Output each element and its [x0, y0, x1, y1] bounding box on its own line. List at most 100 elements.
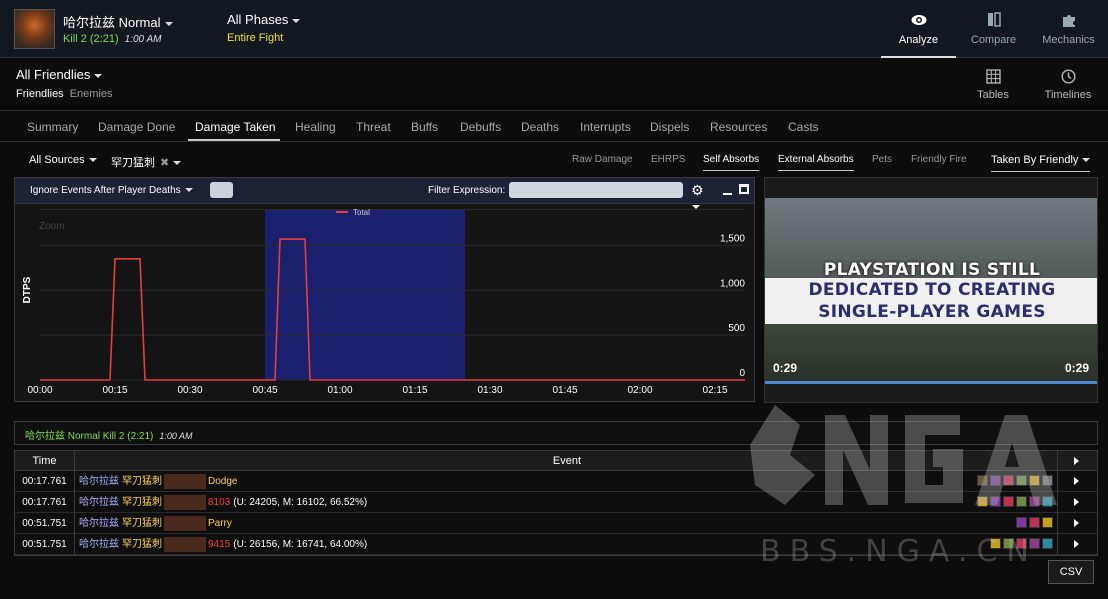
tab-damage-taken[interactable]: Damage Taken	[195, 120, 276, 134]
video-caption-line: DEDICATED TO CREATING	[808, 280, 1056, 300]
taken-by-selector[interactable]: Taken By Friendly	[991, 154, 1091, 172]
friendlies-link[interactable]: Friendlies	[16, 88, 64, 100]
tab-casts[interactable]: Casts	[788, 120, 819, 134]
event-ability[interactable]: 罕刀猛刺	[122, 539, 162, 550]
event-ability[interactable]: 罕刀猛刺	[122, 497, 162, 508]
event-time: 00:51.751	[15, 534, 75, 555]
kill-time: 1:00 AM	[124, 34, 162, 45]
chevron-down-icon	[173, 161, 182, 166]
friendlies-selector[interactable]: All Friendlies	[16, 67, 103, 82]
friendly-fire-toggle[interactable]: Friendly Fire	[911, 154, 967, 165]
filter-expression-input[interactable]	[509, 182, 683, 198]
event-cell: 哈尔拉兹 罕刀猛刺 Parry	[79, 513, 232, 534]
graph-toolbar: Ignore Events After Player Deaths Filter…	[15, 178, 754, 210]
ehrps-toggle[interactable]: EHRPS	[651, 154, 685, 165]
friendlies-bar: All Friendlies Friendlies Enemies Tables …	[0, 59, 1108, 111]
boss-avatar[interactable]	[14, 9, 55, 49]
grid-icon	[985, 69, 1001, 84]
chevron-down-icon	[184, 188, 193, 193]
event-cell: 哈尔拉兹 罕刀猛刺 8103 (U: 24205, M: 16102, 66.52%)	[79, 492, 367, 513]
tab-threat[interactable]: Threat	[356, 120, 391, 134]
redacted-target	[164, 536, 206, 552]
event-source[interactable]: 哈尔拉兹	[79, 476, 119, 487]
y-tick-label: 1,500	[720, 233, 745, 244]
tab-debuffs[interactable]: Debuffs	[460, 120, 501, 134]
x-tick-label: 02:15	[702, 385, 727, 396]
redacted-target	[164, 515, 206, 531]
event-time: 00:51.751	[15, 513, 75, 534]
ignore-events-dropdown[interactable]: Ignore Events After Player Deaths	[30, 185, 193, 196]
ignore-events-toggle[interactable]	[210, 182, 233, 198]
nav-compare[interactable]: Compare	[956, 0, 1031, 58]
x-tick-label: 00:15	[102, 385, 127, 396]
tab-deaths[interactable]: Deaths	[521, 120, 559, 134]
close-icon[interactable]: ✖	[160, 157, 169, 169]
tab-healing[interactable]: Healing	[295, 120, 336, 134]
nav-mechanics[interactable]: Mechanics	[1031, 0, 1106, 58]
maximize-icon[interactable]	[739, 184, 749, 194]
event-type: Dodge	[208, 476, 238, 487]
event-damage: 9415	[208, 539, 231, 550]
video-player[interactable]: PLAYSTATION IS STILL DEDICATED TO CREATI…	[764, 177, 1098, 403]
sources-selector[interactable]: All Sources	[29, 154, 97, 166]
active-tab-indicator	[188, 139, 280, 141]
friendly-enemy-switch: Friendlies Enemies	[16, 88, 112, 100]
event-source[interactable]: 哈尔拉兹	[79, 497, 119, 508]
x-tick-label: 01:45	[552, 385, 577, 396]
buff-icon[interactable]	[1029, 517, 1040, 528]
event-damage: 8103	[208, 497, 231, 508]
boss-selector[interactable]: 哈尔拉兹 Normal	[63, 12, 173, 31]
taken-by-label: Taken By Friendly	[991, 154, 1079, 166]
minimize-icon[interactable]	[723, 193, 732, 195]
self-absorbs-toggle[interactable]: Self Absorbs	[703, 154, 760, 171]
buff-icon[interactable]	[1042, 517, 1053, 528]
buff-icon[interactable]	[1042, 538, 1053, 549]
dtps-graph-panel: Ignore Events After Player Deaths Filter…	[14, 177, 755, 402]
buff-icon[interactable]	[1016, 517, 1027, 528]
tab-buffs[interactable]: Buffs	[411, 120, 438, 134]
top-header: 哈尔拉兹 Normal Kill 2 (2:21) 1:00 AM All Pha…	[0, 0, 1108, 58]
event-detail: (U: 24205, M: 16102, 66.52%)	[233, 497, 368, 508]
column-header-time[interactable]: Time	[15, 451, 75, 471]
expand-row-button[interactable]	[1057, 534, 1097, 555]
tab-interrupts[interactable]: Interrupts	[580, 120, 631, 134]
x-tick-label: 02:00	[627, 385, 652, 396]
tab-damage-done[interactable]: Damage Done	[98, 120, 175, 134]
tab-resources[interactable]: Resources	[710, 120, 767, 134]
gear-icon[interactable]: ⚙	[691, 182, 709, 210]
y-tick-label: 0	[739, 368, 745, 379]
event-ability[interactable]: 罕刀猛刺	[122, 476, 162, 487]
event-type: Parry	[208, 518, 232, 529]
event-cell: 哈尔拉兹 罕刀猛刺 9415 (U: 26156, M: 16741, 64.00%)	[79, 534, 367, 555]
video-remaining-time: 0:29	[1064, 361, 1089, 375]
event-source[interactable]: 哈尔拉兹	[79, 518, 119, 529]
phase-selector[interactable]: All Phases	[227, 12, 301, 27]
chevron-down-icon	[94, 73, 103, 78]
event-source[interactable]: 哈尔拉兹	[79, 539, 119, 550]
view-label: Tables	[977, 89, 1009, 101]
filter-bar: All Sources 罕刀猛刺 ✖ Raw Damage EHRPS Self …	[0, 144, 1108, 174]
raw-damage-toggle[interactable]: Raw Damage	[572, 154, 633, 165]
table-row[interactable]: 00:51.751 哈尔拉兹 罕刀猛刺 Parry	[15, 513, 1097, 534]
x-tick-label: 01:00	[327, 385, 352, 396]
enemies-link[interactable]: Enemies	[70, 88, 113, 100]
tab-summary[interactable]: Summary	[27, 120, 78, 134]
csv-export-button[interactable]: CSV	[1048, 560, 1094, 584]
view-tables[interactable]: Tables	[963, 59, 1023, 111]
tab-dispels[interactable]: Dispels	[650, 120, 689, 134]
event-detail: (U: 26156, M: 16741, 64.00%)	[233, 539, 368, 550]
video-progress-bar[interactable]	[765, 381, 1097, 384]
nav-analyze[interactable]: Analyze	[881, 0, 956, 58]
expand-row-button[interactable]	[1057, 513, 1097, 534]
ability-filter[interactable]: 罕刀猛刺 ✖	[111, 154, 182, 170]
dtps-chart[interactable]: 0 500 1,000 1,500 00:00 00:15 00:30 00:45 01:00 0…	[15, 205, 754, 401]
external-absorbs-toggle[interactable]: External Absorbs	[778, 154, 854, 171]
x-tick-label: 00:00	[27, 385, 52, 396]
view-timelines[interactable]: Timelines	[1038, 59, 1098, 111]
x-tick-label: 01:15	[402, 385, 427, 396]
event-ability[interactable]: 罕刀猛刺	[122, 518, 162, 529]
filter-expression-label: Filter Expression:	[428, 185, 506, 196]
kill-info: Kill 2 (2:21) 1:00 AM	[63, 33, 162, 45]
pets-toggle[interactable]: Pets	[872, 154, 892, 165]
ignore-events-label: Ignore Events After Player Deaths	[30, 185, 181, 196]
